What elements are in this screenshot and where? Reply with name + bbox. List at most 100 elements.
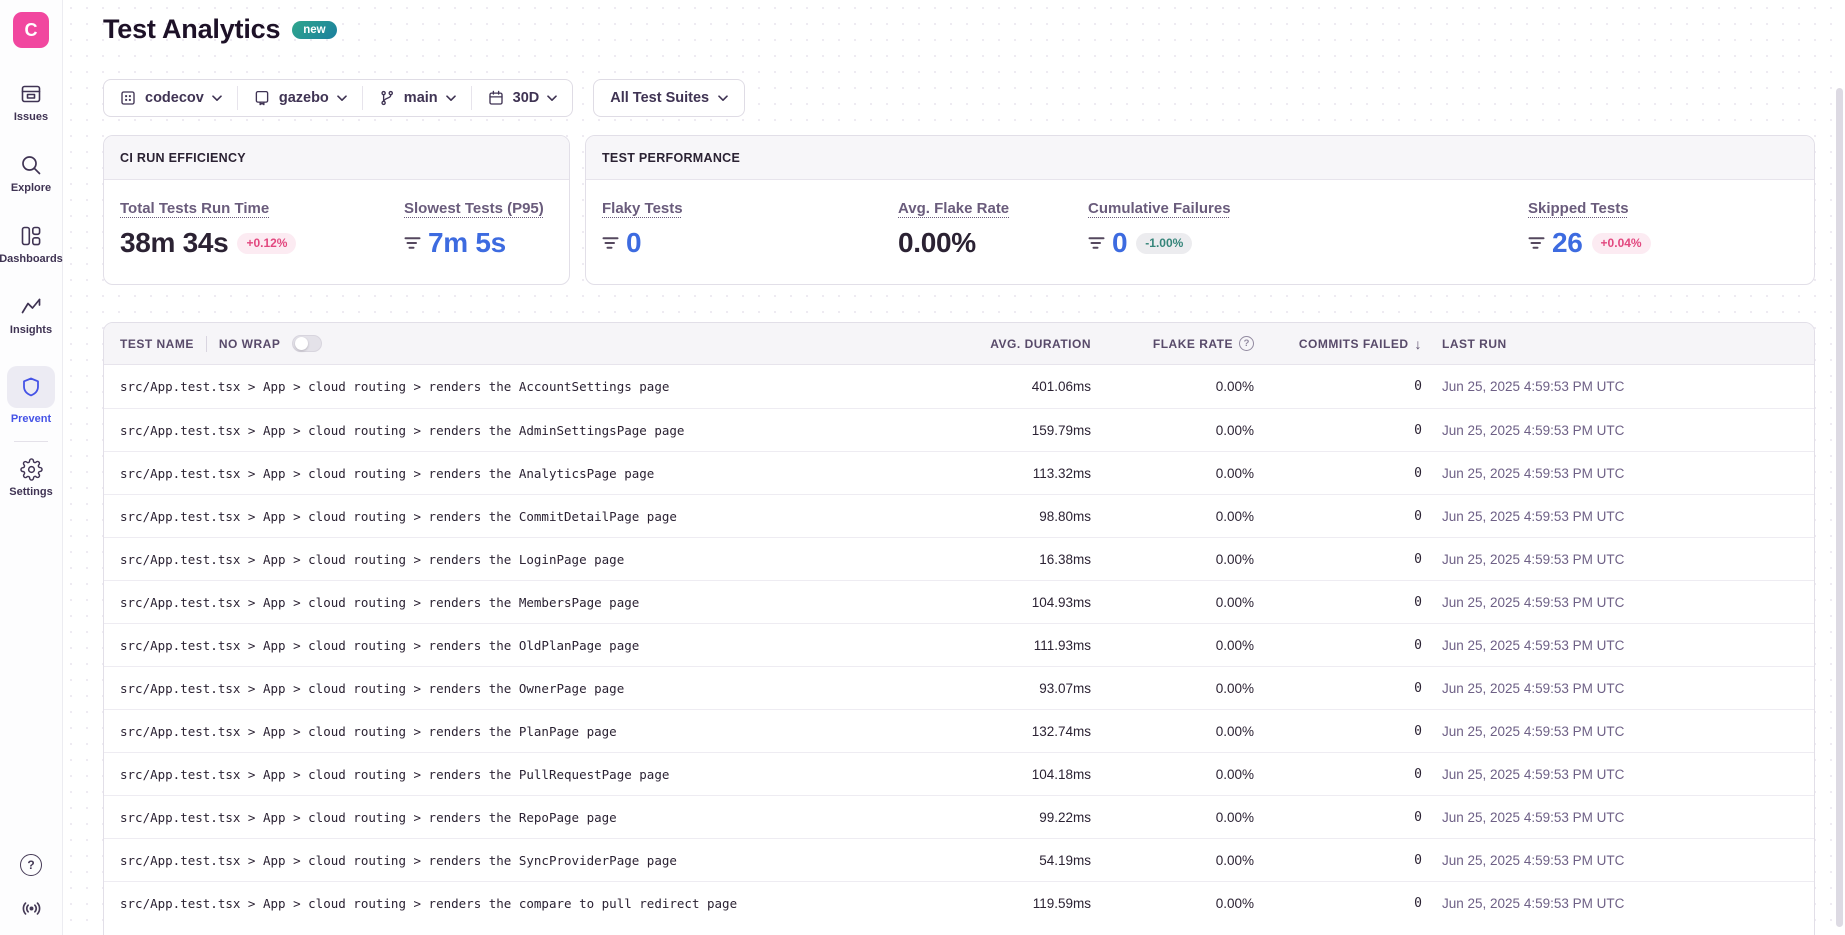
- metric-label[interactable]: Skipped Tests: [1528, 200, 1629, 217]
- test-name[interactable]: src/App.test.tsx > App > cloud routing >…: [120, 423, 941, 438]
- sidebar-item-label: Insights: [10, 324, 52, 336]
- table-body: src/App.test.tsx > App > cloud routing >…: [104, 365, 1814, 924]
- metric-value[interactable]: 26: [1552, 227, 1583, 259]
- table-row[interactable]: src/App.test.tsx > App > cloud routing >…: [104, 365, 1814, 408]
- sort-desc-icon: ↓: [1415, 336, 1423, 352]
- table-row[interactable]: src/App.test.tsx > App > cloud routing >…: [104, 795, 1814, 838]
- flake-rate-value: 0.00%: [1091, 423, 1254, 438]
- sidebar-item-insights[interactable]: Insights: [10, 295, 52, 336]
- table-row[interactable]: src/App.test.tsx > App > cloud routing >…: [104, 451, 1814, 494]
- flake-rate-value: 0.00%: [1091, 767, 1254, 782]
- test-name[interactable]: src/App.test.tsx > App > cloud routing >…: [120, 552, 941, 567]
- metric-value[interactable]: 7m 5s: [428, 227, 506, 259]
- test-name[interactable]: src/App.test.tsx > App > cloud routing >…: [120, 466, 941, 481]
- org-logo[interactable]: C: [13, 12, 49, 48]
- flake-rate-value: 0.00%: [1091, 638, 1254, 653]
- metric-value[interactable]: 0: [626, 227, 641, 259]
- column-avg-duration[interactable]: AVG. DURATION: [941, 337, 1091, 351]
- test-name[interactable]: src/App.test.tsx > App > cloud routing >…: [120, 379, 941, 394]
- avg-duration-value: 159.79ms: [941, 423, 1091, 438]
- column-last-run[interactable]: LAST RUN: [1422, 337, 1798, 351]
- flake-rate-value: 0.00%: [1091, 810, 1254, 825]
- test-name[interactable]: src/App.test.tsx > App > cloud routing >…: [120, 724, 941, 739]
- sidebar-item-issues[interactable]: Issues: [14, 82, 48, 123]
- broadcast-icon[interactable]: [19, 896, 44, 921]
- metric-value[interactable]: 0: [1112, 227, 1127, 259]
- info-icon[interactable]: ?: [1239, 336, 1254, 351]
- repo-filter-value: gazebo: [279, 90, 329, 106]
- last-run-value: Jun 25, 2025 4:59:53 PM UTC: [1422, 552, 1798, 567]
- test-name[interactable]: src/App.test.tsx > App > cloud routing >…: [120, 896, 941, 911]
- table-row[interactable]: src/App.test.tsx > App > cloud routing >…: [104, 580, 1814, 623]
- repo-filter[interactable]: gazebo: [238, 80, 362, 116]
- metric-label[interactable]: Avg. Flake Rate: [898, 200, 1009, 217]
- metric-delta-badge: -1.00%: [1136, 233, 1192, 254]
- vertical-scrollbar[interactable]: [1836, 88, 1843, 927]
- commits-failed-value: 0: [1254, 853, 1422, 868]
- insights-chart-icon: [19, 295, 43, 319]
- commits-failed-value: 0: [1254, 509, 1422, 524]
- header-separator: [206, 336, 207, 352]
- test-name[interactable]: src/App.test.tsx > App > cloud routing >…: [120, 595, 941, 610]
- table-row[interactable]: src/App.test.tsx > App > cloud routing >…: [104, 623, 1814, 666]
- table-row[interactable]: src/App.test.tsx > App > cloud routing >…: [104, 838, 1814, 881]
- sidebar-item-prevent[interactable]: Prevent: [7, 366, 55, 425]
- metric-label[interactable]: Flaky Tests: [602, 200, 683, 217]
- funnel-filter-icon: [1088, 236, 1105, 250]
- summary-panels: CI RUN EFFICIENCY Total Tests Run Time 3…: [103, 135, 1815, 285]
- metric-label[interactable]: Slowest Tests (P95): [404, 200, 544, 217]
- last-run-value: Jun 25, 2025 4:59:53 PM UTC: [1422, 379, 1798, 394]
- repo-icon: [253, 89, 271, 107]
- commits-failed-value: 0: [1254, 724, 1422, 739]
- sidebar-nav: Issues Explore Dashboards: [0, 82, 63, 528]
- test-performance-panel: TEST PERFORMANCE Flaky Tests 0 Avg. Flak…: [585, 135, 1815, 285]
- chevron-down-icon: [718, 95, 728, 102]
- table-row[interactable]: src/App.test.tsx > App > cloud routing >…: [104, 494, 1814, 537]
- org-filter[interactable]: codecov: [104, 80, 237, 116]
- sidebar-item-dashboards[interactable]: Dashboards: [0, 224, 63, 265]
- filter-bar: codecov gazebo: [103, 79, 1815, 117]
- no-wrap-toggle[interactable]: [292, 335, 322, 352]
- metric-value[interactable]: 38m 34s: [120, 227, 228, 259]
- branch-filter[interactable]: main: [363, 80, 471, 116]
- column-commits-failed[interactable]: COMMITS FAILED ↓: [1254, 336, 1422, 352]
- commits-failed-value: 0: [1254, 767, 1422, 782]
- table-row[interactable]: src/App.test.tsx > App > cloud routing >…: [104, 709, 1814, 752]
- test-suites-filter[interactable]: All Test Suites: [593, 79, 745, 117]
- metric-label[interactable]: Cumulative Failures: [1088, 200, 1231, 217]
- test-name[interactable]: src/App.test.tsx > App > cloud routing >…: [120, 853, 941, 868]
- table-row[interactable]: src/App.test.tsx > App > cloud routing >…: [104, 752, 1814, 795]
- issues-icon: [19, 82, 43, 106]
- test-name[interactable]: src/App.test.tsx > App > cloud routing >…: [120, 638, 941, 653]
- metric: Cumulative Failures 0 -1.00%: [1088, 200, 1528, 259]
- sidebar-item-label: Prevent: [11, 413, 51, 425]
- column-test-name[interactable]: TEST NAME: [120, 337, 194, 351]
- test-name[interactable]: src/App.test.tsx > App > cloud routing >…: [120, 681, 941, 696]
- sidebar-item-settings[interactable]: Settings: [9, 458, 52, 498]
- panel-title: CI RUN EFFICIENCY: [104, 136, 569, 180]
- avg-duration-value: 119.59ms: [941, 896, 1091, 911]
- tests-table: TEST NAME NO WRAP AVG. DURATION FLAKE RA…: [103, 322, 1815, 935]
- flake-rate-value: 0.00%: [1091, 595, 1254, 610]
- commits-failed-value: 0: [1254, 379, 1422, 394]
- table-row[interactable]: src/App.test.tsx > App > cloud routing >…: [104, 537, 1814, 580]
- flake-rate-value: 0.00%: [1091, 853, 1254, 868]
- table-row[interactable]: src/App.test.tsx > App > cloud routing >…: [104, 408, 1814, 451]
- metric-value[interactable]: 0.00%: [898, 227, 976, 259]
- flake-rate-value: 0.00%: [1091, 552, 1254, 567]
- table-row[interactable]: src/App.test.tsx > App > cloud routing >…: [104, 666, 1814, 709]
- table-row[interactable]: src/App.test.tsx > App > cloud routing >…: [104, 881, 1814, 924]
- metric: Avg. Flake Rate 0.00%: [898, 200, 1088, 259]
- sidebar-item-explore[interactable]: Explore: [11, 153, 51, 194]
- metric: Total Tests Run Time 38m 34s +0.12%: [120, 200, 404, 259]
- column-flake-rate[interactable]: FLAKE RATE ?: [1091, 336, 1254, 351]
- date-range-filter[interactable]: 30D: [472, 80, 573, 116]
- metric-label[interactable]: Total Tests Run Time: [120, 200, 269, 217]
- sidebar: C Issues Explore: [0, 0, 63, 935]
- avg-duration-value: 93.07ms: [941, 681, 1091, 696]
- help-icon[interactable]: ?: [20, 854, 42, 876]
- test-name[interactable]: src/App.test.tsx > App > cloud routing >…: [120, 767, 941, 782]
- test-name[interactable]: src/App.test.tsx > App > cloud routing >…: [120, 509, 941, 524]
- sidebar-item-label: Dashboards: [0, 253, 63, 265]
- test-name[interactable]: src/App.test.tsx > App > cloud routing >…: [120, 810, 941, 825]
